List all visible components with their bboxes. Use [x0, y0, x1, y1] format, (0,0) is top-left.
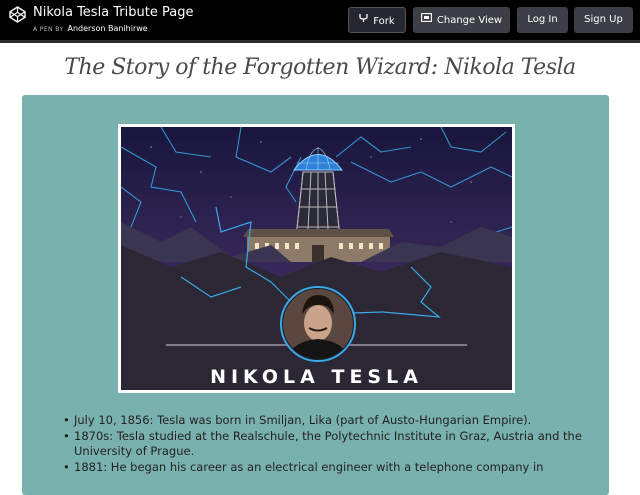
pen-meta-prefix: A PEN BY	[33, 26, 64, 33]
tesla-illustration: NIKOLA TESLA	[118, 124, 515, 393]
change-view-button[interactable]: Change View	[413, 7, 510, 33]
pen-title: Nikola Tesla Tribute Page	[33, 5, 194, 20]
timeline-item: July 10, 1856: Tesla was born in Smiljan…	[63, 413, 584, 429]
image-caption: NIKOLA TESLA	[210, 366, 423, 388]
codepen-logo-icon[interactable]	[9, 6, 26, 23]
timeline-item: 1881: He began his career as an electric…	[63, 460, 584, 476]
tribute-panel: NIKOLA TESLA July 10, 1856: Tesla was bo…	[22, 95, 609, 495]
layout-icon	[420, 7, 432, 33]
page-title: The Story of the Forgotten Wizard: Nikol…	[64, 55, 576, 80]
tesla-illustration-art	[121, 127, 512, 390]
pen-author-link[interactable]: Anderson Banihirwe	[67, 24, 147, 33]
fork-button[interactable]: Fork	[348, 7, 406, 33]
log-in-button[interactable]: Log In	[517, 7, 568, 33]
change-view-label: Change View	[436, 15, 503, 26]
pen-author-line: A PEN BY Anderson Banihirwe	[33, 24, 148, 35]
fork-icon	[359, 8, 368, 34]
timeline-item: 1870s: Tesla studied at the Realschule, …	[63, 429, 584, 460]
sign-up-button[interactable]: Sign Up	[574, 7, 633, 33]
top-bar: Nikola Tesla Tribute Page A PEN BY Anders…	[0, 0, 640, 40]
timeline-list: July 10, 1856: Tesla was born in Smiljan…	[63, 413, 584, 476]
topbar-divider	[0, 40, 640, 43]
fork-label: Fork	[373, 16, 395, 27]
